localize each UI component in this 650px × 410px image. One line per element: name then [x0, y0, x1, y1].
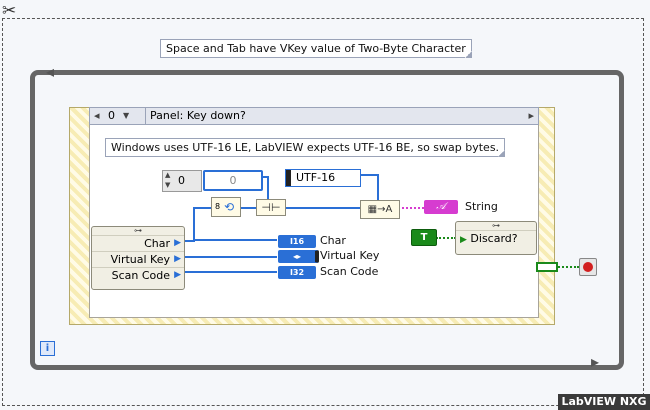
- array-constant[interactable]: 0: [203, 170, 263, 191]
- string-label: String: [465, 200, 498, 213]
- enum-marker: [286, 170, 291, 186]
- info-icon[interactable]: i: [40, 341, 55, 356]
- char-label: Char: [320, 234, 346, 247]
- swap-bytes-node[interactable]: 8 ⟲: [211, 197, 241, 217]
- unbundle-row-virtual-key[interactable]: Virtual Key ▶: [92, 251, 184, 267]
- case-next-icon[interactable]: ▸: [528, 108, 534, 124]
- discard-header: ⊶: [492, 221, 500, 230]
- chevron-right-icon: ▶: [460, 235, 467, 245]
- chevron-right-icon: ▶: [174, 238, 181, 248]
- virtual-key-label: Virtual Key: [320, 249, 380, 262]
- scan-code-indicator[interactable]: I32: [278, 266, 316, 279]
- brand-badge: LabVIEW NXG: [558, 394, 650, 410]
- chevron-right-icon: ▶: [174, 270, 181, 280]
- convert-to-string-node[interactable]: ▦→A: [360, 200, 400, 219]
- true-constant[interactable]: T: [411, 229, 437, 246]
- numeric-constant[interactable]: ▲ ▼ 0: [162, 170, 202, 192]
- encoding-constant[interactable]: UTF-16: [285, 169, 361, 187]
- wire-vkey: [182, 256, 277, 258]
- stop-icon: [583, 262, 593, 272]
- scissors-icon: ✂: [2, 1, 17, 21]
- unbundle-row-scan-code[interactable]: Scan Code ▶: [92, 267, 184, 283]
- join-numbers-node[interactable]: ⊣⊢: [256, 199, 286, 216]
- case-dropdown-icon[interactable]: ▼: [123, 108, 129, 124]
- case-selector[interactable]: ◂ 0 ▼ Panel: Key down? ▸: [89, 107, 539, 125]
- discard-node[interactable]: ⊶ ▶ Discard?: [455, 221, 537, 255]
- top-comment: Space and Tab have VKey value of Two-Byt…: [160, 39, 472, 58]
- wire-bool-b: [555, 266, 579, 268]
- chevron-right-icon: ▶: [174, 254, 181, 264]
- inner-comment: Windows uses UTF-16 LE, LabVIEW expects …: [105, 138, 506, 157]
- unbundle-header: ⊶: [134, 226, 142, 235]
- unbundle-node[interactable]: ⊶ Char ▶ Virtual Key ▶ Scan Code ▶: [91, 226, 185, 290]
- wire-char-c: [193, 239, 277, 241]
- wire-swap-join: [240, 207, 256, 209]
- wire-char-b: [193, 207, 211, 209]
- swap-icon: ⟲: [224, 200, 235, 214]
- stop-button[interactable]: [579, 258, 597, 276]
- wire-bool-a: [436, 237, 456, 239]
- convert-icon: ▦→A: [367, 204, 393, 215]
- string-indicator[interactable]: 𝒜: [424, 200, 458, 214]
- unbundle-row-char[interactable]: Char ▶: [92, 235, 184, 251]
- shift-arrow-right-icon: ▸: [591, 352, 600, 371]
- boolean-tunnel: [536, 262, 558, 272]
- shift-arrow-left-icon: ◂: [46, 62, 55, 81]
- discard-row[interactable]: ▶ Discard?: [456, 230, 536, 246]
- join-icon: ⊣⊢: [261, 201, 281, 214]
- case-prev-icon[interactable]: ◂: [94, 108, 100, 124]
- wire-utf-h: [360, 174, 378, 176]
- wire-scan: [182, 271, 277, 273]
- numeric-stepper-icon[interactable]: ▲ ▼: [165, 170, 170, 190]
- char-indicator[interactable]: I16: [278, 235, 316, 248]
- case-label: Panel: Key down?: [145, 108, 246, 124]
- wire-string: [398, 207, 424, 209]
- wire-char-v: [193, 207, 195, 241]
- virtual-key-indicator[interactable]: ◂▸: [278, 250, 319, 263]
- case-selector-value: 0: [108, 109, 115, 122]
- string-icon: 𝒜: [436, 201, 446, 212]
- wire-join-conv: [285, 207, 361, 209]
- scan-code-label: Scan Code: [320, 265, 379, 278]
